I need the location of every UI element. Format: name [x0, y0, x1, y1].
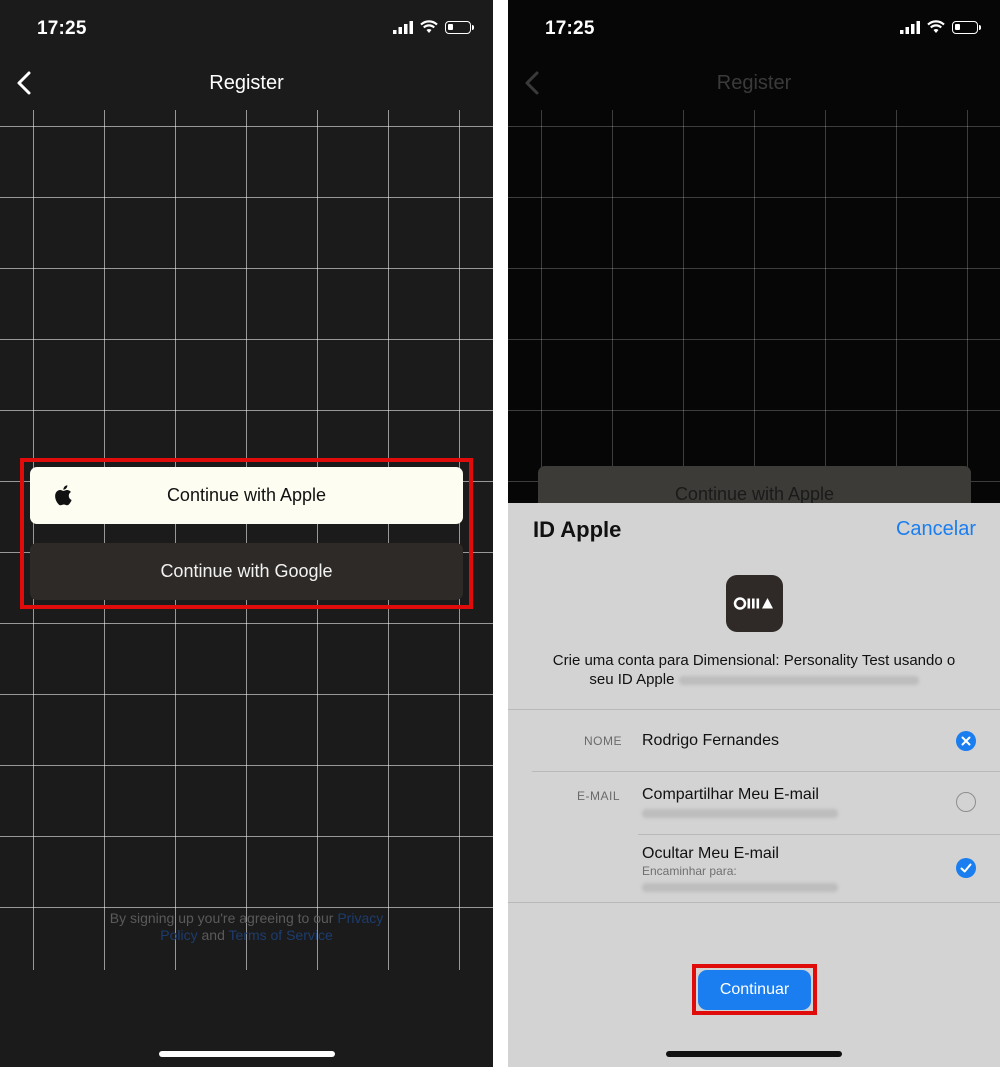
- status-time: 17:25: [545, 18, 595, 39]
- highlight-box: [20, 458, 473, 609]
- battery-icon: [445, 20, 474, 34]
- navbar: Register: [508, 56, 1000, 110]
- separator: [508, 902, 1000, 903]
- name-value[interactable]: Rodrigo Fernandes: [642, 732, 779, 750]
- hide-email-option[interactable]: Ocultar Meu E-mail: [642, 845, 779, 863]
- battery-icon: [952, 20, 981, 34]
- checkmark-icon[interactable]: [956, 858, 976, 878]
- share-email-option[interactable]: Compartilhar Meu E-mail: [642, 786, 819, 804]
- status-icons: [900, 20, 981, 34]
- status-bar: 17:25: [508, 0, 1000, 56]
- separator: [638, 834, 1000, 835]
- page-title: Register: [209, 72, 284, 94]
- signal-icon: [900, 20, 920, 34]
- name-label: NOME: [584, 734, 622, 748]
- sheet-title: ID Apple: [533, 517, 622, 542]
- separator: [508, 709, 1000, 710]
- redacted-email: [678, 675, 919, 685]
- terms-text: By signing up you're agreeing to our Pri…: [90, 910, 403, 944]
- home-indicator: [666, 1051, 842, 1057]
- highlight-box: [692, 964, 817, 1015]
- terms-prefix: By signing up you're agreeing to our: [109, 910, 334, 926]
- wifi-icon: [420, 20, 438, 33]
- separator: [532, 771, 1000, 772]
- apple-id-screen: 17:25 Register Continue with Apple ID Ap…: [508, 0, 1000, 1067]
- redacted-email: [642, 883, 838, 892]
- register-screen: 17:25 Register Continue with Apple Conti…: [0, 0, 493, 1067]
- status-bar: 17:25: [0, 0, 493, 56]
- screen-divider: [493, 0, 508, 1067]
- description-line2: seu ID Apple: [589, 671, 675, 688]
- apple-id-sheet: ID Apple Cancelar Crie uma conta para Di…: [508, 503, 1000, 1067]
- description-line1: Crie uma conta para Dimensional: Persona…: [552, 652, 956, 669]
- clear-icon[interactable]: [956, 731, 976, 751]
- terms-and: and: [201, 927, 225, 943]
- navbar: Register: [0, 56, 493, 110]
- status-icons: [393, 20, 474, 34]
- sheet-description: Crie uma conta para Dimensional: Persona…: [528, 651, 980, 689]
- cancel-button[interactable]: Cancelar: [896, 518, 976, 541]
- signal-icon: [393, 20, 413, 34]
- status-time: 17:25: [37, 18, 87, 39]
- email-label: E-MAIL: [577, 789, 621, 803]
- share-email-radio[interactable]: [956, 792, 976, 812]
- terms-of-service-link[interactable]: Terms of Service: [229, 927, 333, 943]
- wifi-icon: [927, 20, 945, 33]
- app-logo-icon: [726, 575, 783, 632]
- home-indicator: [158, 1051, 335, 1057]
- redacted-email: [642, 809, 838, 818]
- page-title: Register: [716, 72, 792, 94]
- forward-to-label: Encaminhar para:: [642, 864, 737, 878]
